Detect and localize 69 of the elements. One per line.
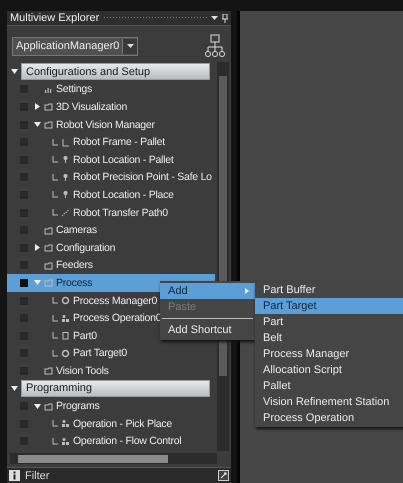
tree-connector-icon <box>52 438 58 445</box>
submenu-arrow-icon <box>245 288 249 294</box>
dropdown-icon[interactable] <box>211 16 218 20</box>
tree-item-label[interactable]: Vision Tools <box>56 364 109 377</box>
horizontal-scrollbar[interactable] <box>10 453 217 464</box>
tree-connector-icon <box>52 138 58 146</box>
tree-item-label[interactable]: Robot Precision Point - Safe Lo <box>73 171 212 184</box>
menu-item[interactable]: Vision Refinement Station <box>255 394 403 410</box>
tree-connector-icon <box>52 156 58 164</box>
section-header[interactable]: Programming <box>21 380 210 397</box>
folder-icon <box>44 402 53 411</box>
target-icon <box>61 296 70 306</box>
expanded-arrow-icon[interactable] <box>34 121 41 128</box>
tree-item-label[interactable]: Process Operation0 <box>73 312 162 324</box>
hierarchy-icon[interactable] <box>204 34 226 58</box>
tree-connector-icon <box>52 209 58 216</box>
info-icon[interactable] <box>9 470 20 481</box>
menu-item[interactable]: Process Operation <box>255 410 403 426</box>
target-icon <box>61 348 70 358</box>
operation-icon <box>61 419 70 428</box>
caret-icon <box>126 44 134 48</box>
tree-item-label[interactable]: Process Manager0 <box>73 294 158 307</box>
tree-item-label[interactable]: Settings <box>56 83 92 96</box>
menu-item[interactable]: Add Shortcut <box>160 322 255 338</box>
tree-item-label[interactable]: Feeders <box>56 259 93 272</box>
menu-item[interactable]: Part Buffer <box>255 282 403 298</box>
menu-item[interactable]: Allocation Script <box>255 362 403 378</box>
tree-connector-icon <box>52 174 58 181</box>
tree-item-label[interactable]: Robot Vision Manager <box>56 118 155 131</box>
tree-item-label[interactable]: Robot Frame - Pallet <box>73 136 165 148</box>
panel-title: Multiview Explorer <box>10 12 100 24</box>
tree-item-label[interactable]: Part0 <box>73 330 97 342</box>
collapsed-arrow-icon[interactable] <box>34 244 41 252</box>
tree-connector-icon <box>52 332 58 340</box>
tree-connector-icon <box>52 297 58 304</box>
path-icon <box>61 208 70 218</box>
menu-item[interactable]: Process Manager <box>255 346 403 362</box>
menu-item[interactable]: Part Target <box>255 298 403 314</box>
expanded-arrow-icon[interactable] <box>11 68 18 76</box>
expanded-arrow-icon[interactable] <box>34 402 41 410</box>
frame-icon <box>61 138 70 147</box>
tree-connector-icon <box>52 350 58 357</box>
tree-item-label[interactable]: Part Target0 <box>73 347 128 360</box>
tree-item-label[interactable]: Operation - Flow Control <box>73 435 182 448</box>
menu-item[interactable]: Pallet <box>255 378 403 394</box>
tree-connector-icon <box>52 314 58 322</box>
operation-icon <box>61 314 70 323</box>
section-header[interactable]: Configurations and Setup <box>21 63 210 80</box>
folder-icon <box>44 366 53 376</box>
application-dropdown[interactable]: ApplicationManager0 <box>12 36 138 56</box>
menu-item[interactable]: Belt <box>255 330 403 346</box>
operation-icon <box>61 436 70 446</box>
tree-item-label[interactable]: 3D Visualization <box>56 100 128 113</box>
collapsed-arrow-icon[interactable] <box>34 103 41 110</box>
tree-item-label[interactable]: Robot Transfer Path0 <box>73 206 168 219</box>
tree-item-label[interactable]: Programs <box>56 400 100 412</box>
tree-item-label[interactable]: Robot Location - Place <box>73 188 174 201</box>
tree-item-label[interactable]: Process <box>56 276 92 289</box>
menu-item[interactable]: Part <box>255 314 403 330</box>
tree-connector-icon <box>52 420 58 428</box>
tree-connector-icon <box>52 191 58 198</box>
tree-item-label[interactable]: Robot Location - Pallet <box>73 154 174 166</box>
menu-item[interactable]: Add <box>160 283 255 299</box>
part-icon <box>61 331 70 340</box>
expanded-arrow-icon[interactable] <box>11 384 18 392</box>
filter-label: Filter <box>25 470 50 482</box>
tree-item-label[interactable]: Cameras <box>56 224 97 236</box>
tree-item-label[interactable]: Configuration <box>56 242 116 254</box>
tree-item-label[interactable]: Operation - Pick Place <box>73 418 172 430</box>
